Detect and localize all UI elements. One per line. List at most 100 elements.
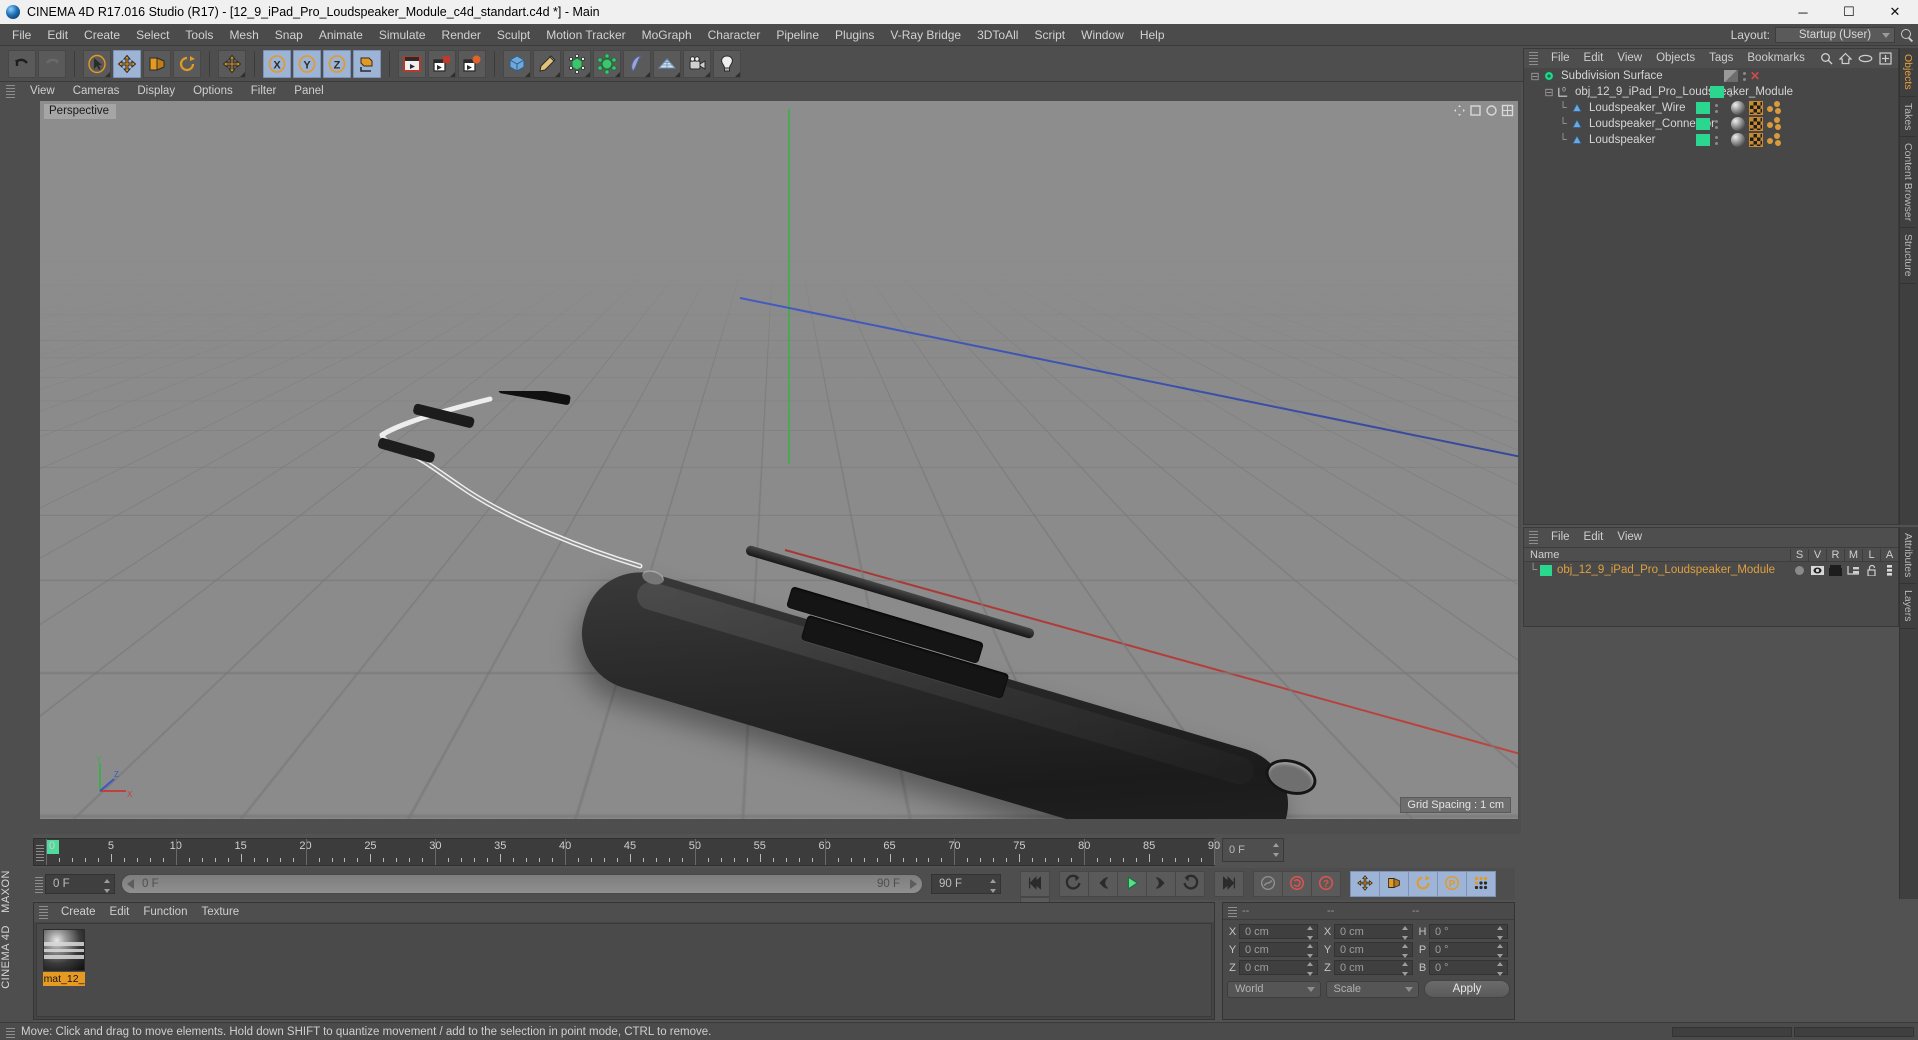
viewport-menu-display[interactable]: Display xyxy=(128,82,184,101)
uv-tag-icon[interactable] xyxy=(1749,133,1763,147)
layer-color-swatch[interactable] xyxy=(1540,564,1552,576)
side-tab-layers[interactable]: Layers xyxy=(1900,584,1916,629)
timeline-ruler[interactable]: 051015202530354045505560657075808590 xyxy=(33,838,1220,866)
object-manager-menu-view[interactable]: View xyxy=(1610,49,1649,68)
stepper-icon[interactable] xyxy=(1402,944,1409,958)
material-manager-menu-create[interactable]: Create xyxy=(54,903,103,922)
viewport-menu-options[interactable]: Options xyxy=(184,82,242,101)
position-field[interactable]: 0 cm xyxy=(1239,942,1318,958)
undo-button[interactable] xyxy=(8,49,36,78)
live-selection-button[interactable] xyxy=(83,49,111,78)
object-row[interactable]: └ Loudspeaker_Connector xyxy=(1524,116,1898,132)
layer-manager-menu-file[interactable]: File xyxy=(1544,528,1577,547)
autokeying-button[interactable] xyxy=(1282,871,1312,897)
manager-toggle-icon[interactable] xyxy=(1847,565,1860,576)
visibility-toggle[interactable] xyxy=(1696,102,1710,114)
move-camera-icon[interactable] xyxy=(1453,104,1466,117)
search-icon[interactable] xyxy=(1900,28,1914,42)
new-window-icon[interactable] xyxy=(1879,52,1892,65)
material-tag-icon[interactable] xyxy=(1731,117,1745,131)
render-view-button[interactable] xyxy=(398,49,426,78)
apply-button[interactable]: Apply xyxy=(1424,980,1510,998)
submenu-corner-icon[interactable] xyxy=(525,71,530,77)
tree-expand-toggle[interactable]: ⊟ xyxy=(1528,70,1542,83)
menu-tools[interactable]: Tools xyxy=(177,24,221,46)
size-field[interactable]: 0 cm xyxy=(1334,960,1413,976)
viewport-menu-panel[interactable]: Panel xyxy=(285,82,332,101)
solo-toggle-icon[interactable] xyxy=(1795,565,1804,575)
visibility-dots[interactable] xyxy=(1729,87,1734,97)
menu-window[interactable]: Window xyxy=(1073,24,1132,46)
panel-grip-icon[interactable] xyxy=(1529,52,1538,65)
eye-icon[interactable] xyxy=(1858,52,1873,65)
record-active-objects-button[interactable] xyxy=(1253,871,1283,897)
object-row[interactable]: └ Loudspeaker xyxy=(1524,132,1898,148)
scale-key-button[interactable] xyxy=(1379,871,1409,897)
material-tag-icon[interactable] xyxy=(1731,101,1745,115)
range-start-handle-icon[interactable] xyxy=(127,879,134,889)
menu-plugins[interactable]: Plugins xyxy=(827,24,882,46)
render-settings-button[interactable] xyxy=(458,49,486,78)
submenu-corner-icon[interactable] xyxy=(645,71,650,77)
search-icon[interactable] xyxy=(1820,52,1833,65)
uv-tag-icon[interactable] xyxy=(1749,101,1763,115)
menu-3dtoall[interactable]: 3DToAll xyxy=(969,24,1026,46)
coordinate-system-dropdown[interactable]: World xyxy=(1227,980,1321,998)
submenu-corner-icon[interactable] xyxy=(450,71,455,77)
stepper-icon[interactable] xyxy=(104,879,111,893)
animation-toggle-icon[interactable] xyxy=(1883,564,1896,576)
menu-pipeline[interactable]: Pipeline xyxy=(768,24,827,46)
menu-simulate[interactable]: Simulate xyxy=(371,24,434,46)
selection-tag-icon[interactable] xyxy=(1767,133,1783,147)
stepper-icon[interactable] xyxy=(1497,926,1504,940)
panel-grip-icon[interactable] xyxy=(39,906,48,919)
object-manager-menu-tags[interactable]: Tags xyxy=(1702,49,1740,68)
position-field[interactable]: 0 cm xyxy=(1239,960,1318,976)
rotation-field[interactable]: 0 ° xyxy=(1429,942,1508,958)
menu-sculpt[interactable]: Sculpt xyxy=(489,24,538,46)
stepper-icon[interactable] xyxy=(1307,926,1314,940)
play-forward-loop-button[interactable] xyxy=(1175,871,1205,897)
object-manager-menu-file[interactable]: File xyxy=(1544,49,1577,68)
menu-v-ray-bridge[interactable]: V-Ray Bridge xyxy=(882,24,969,46)
current-frame-field[interactable]: 0 F xyxy=(1222,838,1284,862)
viewport-menu-view[interactable]: View xyxy=(21,82,64,101)
uv-tag-icon[interactable] xyxy=(1749,117,1763,131)
add-light-button[interactable] xyxy=(713,49,741,78)
go-to-end-button[interactable] xyxy=(1214,871,1244,897)
menu-snap[interactable]: Snap xyxy=(267,24,311,46)
material-manager-menu-texture[interactable]: Texture xyxy=(194,903,246,922)
rotation-field[interactable]: 0 ° xyxy=(1429,960,1508,976)
menu-edit[interactable]: Edit xyxy=(39,24,76,46)
play-backwards-button[interactable] xyxy=(1059,871,1089,897)
go-to-start-button[interactable] xyxy=(1020,871,1050,897)
panel-grip-icon[interactable] xyxy=(36,843,44,861)
side-tab-takes[interactable]: Takes xyxy=(1900,97,1916,138)
stepper-icon[interactable] xyxy=(990,879,997,893)
visibility-toggle[interactable] xyxy=(1724,70,1738,82)
object-tree-list[interactable]: ⊟ Subdivision Surface ✕ ⊟ 0 obj_12_9_iPad_Pro… xyxy=(1524,68,1898,524)
layout-dropdown[interactable]: Startup (User) xyxy=(1775,27,1895,43)
tree-expand-toggle[interactable]: ⊟ xyxy=(1542,86,1556,99)
selection-tag-icon[interactable] xyxy=(1767,117,1783,131)
stepper-icon[interactable] xyxy=(1307,944,1314,958)
move-button[interactable] xyxy=(113,49,141,78)
animation-range-slider[interactable]: 0 F 90 F xyxy=(121,874,923,894)
material-list-area[interactable]: mat_12_ xyxy=(36,923,1212,1017)
submenu-corner-icon[interactable] xyxy=(675,71,680,77)
submenu-corner-icon[interactable] xyxy=(615,71,620,77)
menu-motion-tracker[interactable]: Motion Tracker xyxy=(538,24,633,46)
side-tab-objects[interactable]: Objects xyxy=(1900,48,1916,97)
add-deformer-button[interactable] xyxy=(593,49,621,78)
world-coordinates-button[interactable] xyxy=(353,49,381,78)
stepper-icon[interactable] xyxy=(1497,962,1504,976)
stepper-icon[interactable] xyxy=(1273,843,1280,857)
viewport-menu-filter[interactable]: Filter xyxy=(242,82,286,101)
size-field[interactable]: 0 cm xyxy=(1334,942,1413,958)
layer-rows[interactable]: └ obj_12_9_iPad_Pro_Loudspeaker_Module xyxy=(1524,562,1898,578)
material-manager-menu-edit[interactable]: Edit xyxy=(103,903,137,922)
visibility-toggle[interactable] xyxy=(1696,118,1710,130)
submenu-corner-icon[interactable] xyxy=(555,71,560,77)
scale-button[interactable] xyxy=(143,49,171,78)
stepper-icon[interactable] xyxy=(1402,962,1409,976)
